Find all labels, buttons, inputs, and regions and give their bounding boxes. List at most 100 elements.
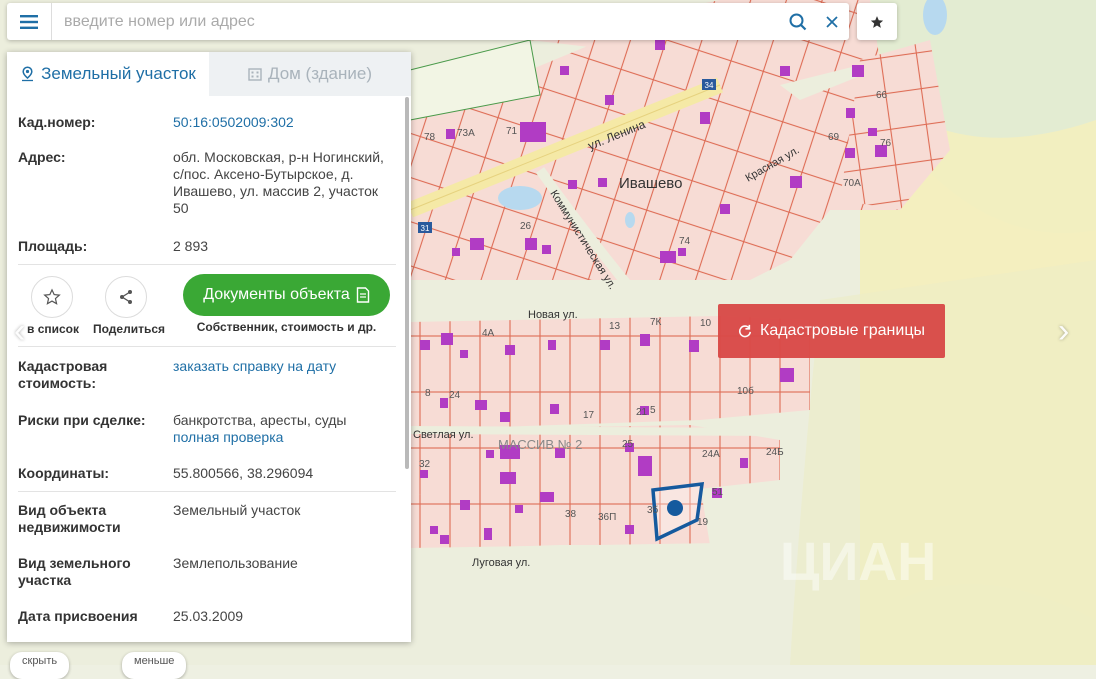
hide-button[interactable]: скрыть [10, 652, 70, 679]
lot-number-label: 13 [609, 321, 621, 332]
map-pin-icon [22, 66, 34, 82]
area-label: Площадь: [18, 238, 88, 254]
tab-building[interactable]: Дом (здание) [209, 52, 411, 96]
address-label: Адрес: [18, 149, 66, 165]
favorites-button[interactable] [857, 3, 897, 40]
land-type-label-line2: участка [18, 572, 72, 588]
lot-number-label: 8 [425, 388, 431, 399]
search-bar [7, 3, 849, 40]
building-icon [248, 68, 262, 81]
search-input[interactable] [52, 6, 781, 37]
panel-scrollbar[interactable] [405, 97, 409, 469]
road-sign-34: 34 [702, 79, 716, 90]
object-type-label-line1: Вид объекта [18, 502, 107, 518]
cad-cost-label-line2: стоимость: [18, 375, 97, 391]
search-icon [789, 13, 807, 30]
tab-building-label: Дом (здание) [267, 64, 373, 83]
lot-number-label: 10б [737, 385, 754, 397]
share-icon [120, 290, 132, 304]
documents-subtitle: Собственник, стоимость и др. [196, 320, 377, 334]
lot-number-label: 19 [697, 517, 709, 528]
documents-button-label: Документы объекта [203, 286, 350, 303]
lot-number-label: 36П [598, 512, 616, 523]
hamburger-icon [20, 14, 38, 29]
lot-number-label: 10 [700, 318, 712, 329]
order-certificate-link[interactable]: заказать справку на дату [173, 358, 393, 375]
lot-number-label: 73А [457, 128, 475, 139]
object-type-label-line2: недвижимости [18, 519, 121, 535]
land-type-label-line1: Вид земельного [18, 555, 131, 571]
risks-value: банкротства, аресты, суды [173, 412, 347, 428]
lot-number-label: 24 [449, 390, 461, 401]
watermark-text: ЦИАН [780, 532, 936, 592]
less-button-label: меньше [134, 655, 175, 667]
tab-land-plot-label: Земельный участок [41, 64, 196, 83]
massiv-label: МАССИВ № 2 [498, 437, 582, 452]
address-value: обл. Московская, р-н Ногинский, с/пос. А… [173, 149, 384, 216]
lot-number-label: 32 [419, 459, 431, 470]
panel-tabs: Земельный участок Дом (здание) [7, 52, 411, 96]
divider [18, 264, 396, 265]
street-label-lugovaya: Луговая ул. [472, 557, 530, 569]
land-type-value: Землепользование [173, 555, 298, 571]
lot-number-label: 70А [843, 178, 861, 189]
risks-label: Риски при сделке: [18, 412, 146, 428]
divider [18, 491, 396, 492]
search-button[interactable] [781, 3, 815, 40]
document-icon [356, 287, 369, 303]
lot-number-label: 24Б [766, 447, 784, 458]
area-value: 2 893 [173, 238, 209, 254]
share-button[interactable] [105, 276, 147, 318]
parcel-marker [667, 500, 683, 516]
lot-number-label: 71 [506, 126, 518, 137]
svg-text:34: 34 [705, 81, 714, 90]
lot-number-label: 7К [650, 317, 662, 328]
parcel-info-panel: Земельный участок Дом (здание) Кад.номер… [7, 52, 411, 642]
date-value: 25.03.2009 [173, 608, 244, 624]
cad-number-label: Кад.номер: [18, 114, 96, 130]
refresh-icon [739, 324, 752, 338]
cadastral-boundaries-label: Кадастровые границы [760, 322, 925, 339]
village-label: Ивашево [619, 175, 682, 192]
street-label-svetlaya: Светлая ул. [413, 429, 474, 441]
full-check-link[interactable]: полная проверка [173, 429, 283, 445]
lot-number-label: 5 [650, 405, 656, 416]
share-label: Поделиться [93, 322, 166, 336]
close-icon [826, 15, 838, 28]
lot-number-label: 3б [647, 504, 659, 516]
lot-number-label: 4А [482, 328, 495, 339]
coords-label: Координаты: [18, 465, 110, 481]
lot-number-label: 66 [876, 90, 888, 101]
lot-number-label: 51 [712, 487, 724, 498]
lot-number-label: 17 [583, 410, 595, 421]
lot-number-label: 25 [622, 439, 634, 450]
next-arrow-icon[interactable]: › [1058, 312, 1069, 351]
add-to-list-button[interactable] [31, 276, 73, 318]
lot-number-label: 38 [565, 509, 577, 520]
lot-number-label: 69 [828, 132, 840, 143]
lot-number-label: 76 [880, 138, 892, 149]
street-label-novaya: Новая ул. [528, 309, 578, 321]
cad-cost-label-line1: Кадастровая [18, 358, 108, 374]
tab-land-plot[interactable]: Земельный участок [7, 52, 209, 96]
star-icon [870, 15, 884, 28]
star-outline-icon [43, 288, 61, 305]
cadastral-boundaries-button[interactable]: Кадастровые границы [718, 304, 945, 358]
divider [18, 346, 396, 347]
lot-number-label: 21 [636, 407, 648, 418]
prev-arrow-icon[interactable]: ‹ [14, 312, 25, 351]
less-button[interactable]: меньше [122, 652, 187, 679]
lot-number-label: 24А [702, 449, 720, 460]
date-label: Дата присвоения [18, 608, 138, 624]
coords-value: 55.800566, 38.296094 [173, 465, 314, 481]
clear-button[interactable] [815, 3, 849, 40]
lot-number-label: 74 [679, 236, 691, 247]
add-to-list-label: в список [27, 322, 80, 336]
object-type-value: Земельный участок [173, 502, 301, 518]
hide-button-label: скрыть [22, 655, 58, 667]
documents-button[interactable]: Документы объекта [183, 274, 390, 316]
menu-button[interactable] [7, 3, 52, 40]
lot-number-label: 78 [424, 132, 436, 143]
cad-number-value[interactable]: 50:16:0502009:302 [173, 114, 393, 131]
lot-number-label: 26 [520, 221, 532, 232]
